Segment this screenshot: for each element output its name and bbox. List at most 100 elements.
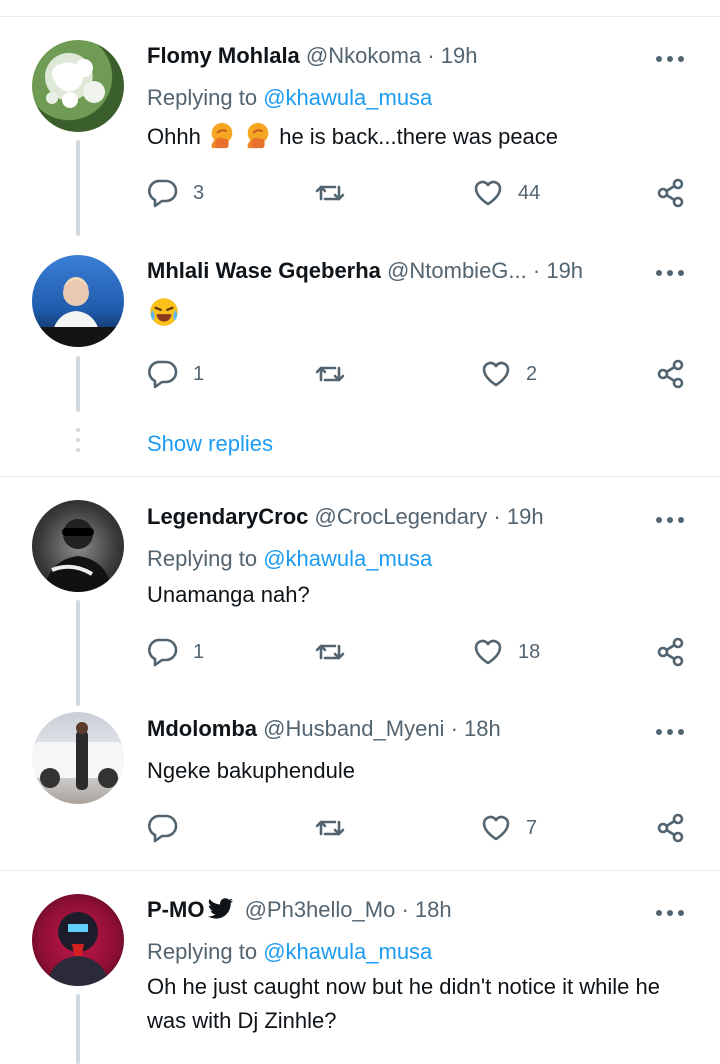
share-icon — [655, 358, 687, 390]
more-icon[interactable] — [656, 907, 686, 917]
like-button[interactable]: 7 — [480, 812, 537, 844]
like-icon — [472, 636, 504, 668]
separator: · — [401, 897, 409, 922]
top-divider — [0, 16, 720, 17]
like-icon — [472, 177, 504, 209]
reply-button[interactable]: 1 — [147, 636, 204, 668]
username[interactable]: @Nkokoma — [306, 43, 421, 68]
more-icon[interactable] — [656, 267, 686, 277]
like-count: 2 — [526, 362, 538, 385]
retweet-icon — [314, 636, 346, 668]
reply-button[interactable] — [147, 812, 179, 844]
display-name[interactable]: Mdolomba — [147, 716, 257, 741]
reply-icon — [147, 177, 179, 209]
separator: · — [450, 716, 458, 741]
share-button[interactable] — [655, 177, 687, 209]
replying-to-label: Replying to — [147, 939, 258, 964]
separator: · — [532, 258, 541, 283]
divider — [0, 476, 720, 477]
avatar[interactable] — [32, 712, 124, 804]
tweet-text: Ohhh he is back...there was peace — [147, 120, 692, 160]
replying-to-handle[interactable]: @khawula_musa — [263, 939, 432, 964]
like-icon — [480, 358, 512, 390]
avatar[interactable] — [32, 255, 124, 347]
reply-icon — [147, 358, 179, 390]
timestamp[interactable]: 18h — [464, 716, 501, 741]
timestamp[interactable]: 18h — [415, 897, 452, 922]
like-count: 44 — [518, 181, 541, 204]
retweet-button[interactable] — [314, 636, 346, 668]
replying-to-handle[interactable]: @khawula_musa — [263, 546, 432, 571]
tweet-text: Ngeke bakuphendule — [147, 758, 355, 783]
verified-icon — [208, 898, 234, 927]
reply-icon — [147, 812, 179, 844]
share-button[interactable] — [655, 812, 687, 844]
divider — [0, 870, 720, 871]
tweet-header: Flomy Mohlala @Nkokoma · 19h — [147, 42, 477, 70]
username[interactable]: @Ph3hello_Mo — [245, 897, 396, 922]
thread-line — [76, 994, 80, 1064]
replying-to: Replying to @khawula_musa — [147, 84, 432, 112]
tweet-text-start: Ohhh — [147, 124, 201, 149]
like-button[interactable]: 2 — [480, 358, 537, 390]
avatar[interactable] — [32, 40, 124, 132]
like-button[interactable]: 44 — [472, 177, 540, 209]
retweet-icon — [314, 177, 346, 209]
like-button[interactable]: 18 — [472, 636, 540, 668]
retweet-button[interactable] — [314, 812, 346, 844]
retweet-button[interactable] — [314, 358, 346, 390]
reply-count: 3 — [193, 181, 205, 204]
facepalm-emoji — [243, 120, 273, 160]
separator: · — [493, 504, 501, 529]
display-name[interactable]: Mhlali Wase Gqeberha — [147, 258, 381, 283]
share-button[interactable] — [655, 358, 687, 390]
thread-line — [76, 356, 80, 412]
timestamp[interactable]: 19h — [441, 43, 478, 68]
share-icon — [655, 636, 687, 668]
replying-to-label: Replying to — [147, 546, 258, 571]
share-icon — [655, 177, 687, 209]
more-icon[interactable] — [656, 514, 686, 524]
more-icon[interactable] — [656, 726, 686, 736]
more-icon[interactable] — [656, 53, 686, 63]
thread-line — [76, 140, 80, 236]
reply-count: 1 — [193, 362, 205, 385]
share-icon — [655, 812, 687, 844]
avatar[interactable] — [32, 894, 124, 986]
tweet-text: Oh he just caught now but he didn't noti… — [147, 974, 660, 1033]
like-count: 18 — [518, 640, 541, 663]
display-name[interactable]: Flomy Mohlala — [147, 43, 300, 68]
replying-to: Replying to @khawula_musa — [147, 545, 432, 573]
share-button[interactable] — [655, 636, 687, 668]
timestamp[interactable]: 19h — [507, 504, 544, 529]
replying-to-handle[interactable]: @khawula_musa — [263, 85, 432, 110]
username[interactable]: @Husband_Myeni — [263, 716, 444, 741]
replying-to: Replying to @khawula_musa — [147, 938, 432, 966]
tweet-text: Unamanga nah? — [147, 582, 310, 607]
retweet-icon — [314, 812, 346, 844]
tears-of-joy-emoji — [147, 295, 181, 339]
replying-to-label: Replying to — [147, 85, 258, 110]
tweet-header: Mdolomba @Husband_Myeni · 18h — [147, 715, 501, 743]
tweet-text-end: he is back...there was peace — [279, 124, 559, 149]
tweet-header: LegendaryCroc @CrocLegendary · 19h — [147, 503, 544, 531]
retweet-button[interactable] — [314, 177, 346, 209]
tweet-header: Mhlali Wase Gqeberha @NtombieG... · 19h — [147, 257, 583, 285]
username[interactable]: @CrocLegendary — [315, 504, 488, 529]
timestamp[interactable]: 19h — [546, 258, 583, 283]
reply-icon — [147, 636, 179, 668]
avatar[interactable] — [32, 500, 124, 592]
tweet-header: P-MO @Ph3hello_Mo · 18h — [147, 896, 452, 927]
thread-line — [76, 600, 80, 706]
facepalm-emoji — [207, 120, 237, 160]
more-replies-indicator — [76, 428, 80, 458]
display-name[interactable]: LegendaryCroc — [147, 504, 308, 529]
show-replies-link[interactable]: Show replies — [147, 431, 273, 457]
reply-count: 1 — [193, 640, 205, 663]
reply-button[interactable]: 1 — [147, 358, 204, 390]
reply-button[interactable]: 3 — [147, 177, 204, 209]
separator: · — [427, 43, 435, 68]
display-name[interactable]: P-MO — [147, 897, 204, 922]
username[interactable]: @NtombieG... — [387, 258, 527, 283]
like-icon — [480, 812, 512, 844]
